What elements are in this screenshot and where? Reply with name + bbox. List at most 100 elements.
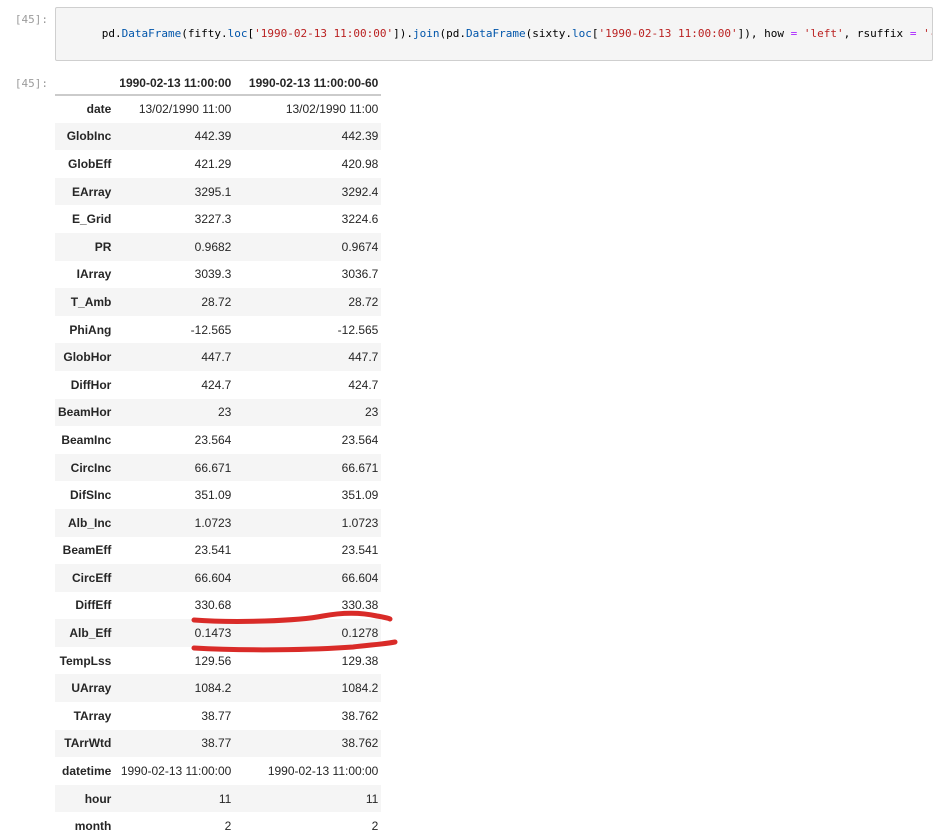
table-row: GlobInc442.39442.39: [55, 123, 381, 151]
table-row: date13/02/1990 11:0013/02/1990 11:00: [55, 95, 381, 123]
table-row: CircEff66.60466.604: [55, 564, 381, 592]
table-row: Alb_Inc1.07231.0723: [55, 509, 381, 537]
row-index: DiffHor: [55, 371, 114, 399]
cell-value: 129.38: [234, 647, 381, 675]
cell-value: -12.565: [114, 316, 234, 344]
row-index: month: [55, 812, 114, 840]
table-row: T_Amb28.7228.72: [55, 288, 381, 316]
cell-value: 11: [234, 785, 381, 813]
cell-value: 0.9682: [114, 233, 234, 261]
column-header-0: 1990-02-13 11:00:00: [114, 74, 234, 95]
row-index: BeamHor: [55, 399, 114, 427]
cell-value: 23: [234, 399, 381, 427]
table-row: CircInc66.67166.671: [55, 454, 381, 482]
cell-value: 38.762: [234, 702, 381, 730]
row-index: Alb_Eff: [55, 619, 114, 647]
row-index: GlobHor: [55, 343, 114, 371]
row-index: datetime: [55, 757, 114, 785]
table-row: DifSInc351.09351.09: [55, 481, 381, 509]
table-row: IArray3039.33036.7: [55, 261, 381, 289]
code-token-plain: (pd.: [440, 27, 467, 40]
column-header-1: 1990-02-13 11:00:00-60: [234, 74, 381, 95]
row-index: EArray: [55, 178, 114, 206]
table-row: UArray1084.21084.2: [55, 674, 381, 702]
code-token-plain: (sixty.: [526, 27, 572, 40]
cell-value: 66.604: [114, 564, 234, 592]
cell-value: 2: [234, 812, 381, 840]
code-token-property: loc: [228, 27, 248, 40]
code-token-plain: (fifty.: [181, 27, 227, 40]
code-token-property: join: [413, 27, 440, 40]
cell-value: 424.7: [234, 371, 381, 399]
cell-value: 3227.3: [114, 205, 234, 233]
cell-value: 1084.2: [234, 674, 381, 702]
code-token-plain: pd.: [102, 27, 122, 40]
row-index: PR: [55, 233, 114, 261]
cell-value: 13/02/1990 11:00: [114, 95, 234, 123]
cell-value: 424.7: [114, 371, 234, 399]
code-token-property: DataFrame: [122, 27, 182, 40]
cell-value: 0.9674: [234, 233, 381, 261]
table-row: datetime1990-02-13 11:00:001990-02-13 11…: [55, 757, 381, 785]
table-row: GlobEff421.29420.98: [55, 150, 381, 178]
cell-value: 447.7: [114, 343, 234, 371]
code-token-string: '-60': [923, 27, 933, 40]
row-index: TempLss: [55, 647, 114, 675]
row-index: TArrWtd: [55, 730, 114, 758]
cell-value: 11: [114, 785, 234, 813]
cell-value: 13/02/1990 11:00: [234, 95, 381, 123]
row-index: CircInc: [55, 454, 114, 482]
cell-value: 1990-02-13 11:00:00: [114, 757, 234, 785]
code-token-property: DataFrame: [466, 27, 526, 40]
row-index: CircEff: [55, 564, 114, 592]
code-cell: [45]: pd.DataFrame(fifty.loc['1990-02-13…: [0, 0, 937, 61]
code-token-string: '1990-02-13 11:00:00': [254, 27, 393, 40]
cell-value: 23.564: [114, 426, 234, 454]
table-row: Alb_Eff0.14730.1278: [55, 619, 381, 647]
code-token-plain: ]), how: [738, 27, 791, 40]
cell-value: 0.1473: [114, 619, 234, 647]
cell-value: 3036.7: [234, 261, 381, 289]
table-row: E_Grid3227.33224.6: [55, 205, 381, 233]
table-row: TArrWtd38.7738.762: [55, 730, 381, 758]
cell-value: 66.604: [234, 564, 381, 592]
cell-value: 2: [114, 812, 234, 840]
row-index: DiffEff: [55, 592, 114, 620]
cell-value: 421.29: [114, 150, 234, 178]
cell-value: 23.541: [114, 537, 234, 565]
row-index: GlobEff: [55, 150, 114, 178]
code-token-plain: ]).: [393, 27, 413, 40]
row-index: UArray: [55, 674, 114, 702]
cell-value: 3039.3: [114, 261, 234, 289]
table-row: month22: [55, 812, 381, 840]
row-index: PhiAng: [55, 316, 114, 344]
table-row: hour1111: [55, 785, 381, 813]
code-editor[interactable]: pd.DataFrame(fifty.loc['1990-02-13 11:00…: [55, 7, 933, 61]
row-index: Alb_Inc: [55, 509, 114, 537]
row-index: TArray: [55, 702, 114, 730]
row-index: BeamEff: [55, 537, 114, 565]
code-token-property: loc: [572, 27, 592, 40]
row-index: hour: [55, 785, 114, 813]
row-index: T_Amb: [55, 288, 114, 316]
table-row: BeamHor2323: [55, 399, 381, 427]
table-row: PR0.96820.9674: [55, 233, 381, 261]
cell-value: 351.09: [234, 481, 381, 509]
cell-value: 420.98: [234, 150, 381, 178]
row-index: date: [55, 95, 114, 123]
output-prompt: [45]:: [0, 74, 48, 90]
cell-value: 23.564: [234, 426, 381, 454]
code-token-plain: [: [592, 27, 599, 40]
cell-value: 66.671: [114, 454, 234, 482]
cell-value: 442.39: [114, 123, 234, 151]
corner-header: [55, 74, 114, 95]
table-body: date13/02/1990 11:0013/02/1990 11:00Glob…: [55, 95, 381, 840]
table-row: BeamEff23.54123.541: [55, 537, 381, 565]
cell-value: 1.0723: [114, 509, 234, 537]
table-row: EArray3295.13292.4: [55, 178, 381, 206]
table-row: TArray38.7738.762: [55, 702, 381, 730]
cell-value: 38.762: [234, 730, 381, 758]
cell-value: 129.56: [114, 647, 234, 675]
cell-value: -12.565: [234, 316, 381, 344]
row-index: GlobInc: [55, 123, 114, 151]
